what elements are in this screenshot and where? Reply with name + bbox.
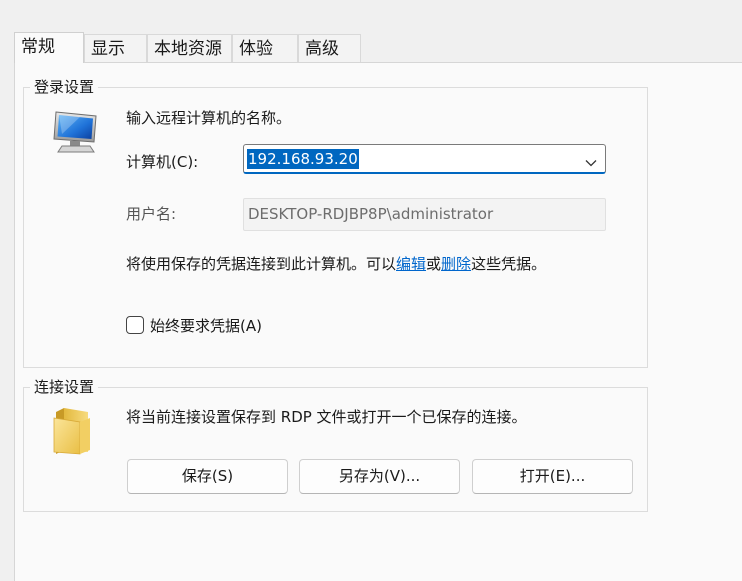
username-label: 用户名: xyxy=(126,205,177,223)
tab-general-label: 常规 xyxy=(21,37,55,57)
tab-local-resources-label: 本地资源 xyxy=(154,39,222,59)
computer-combobox[interactable]: 192.168.93.20 xyxy=(243,144,606,174)
folder-icon xyxy=(50,406,96,460)
open-button[interactable]: 打开(E)... xyxy=(472,459,633,494)
always-ask-checkbox[interactable] xyxy=(126,316,144,334)
connection-description: 将当前连接设置保存到 RDP 文件或打开一个已保存的连接。 xyxy=(126,408,527,426)
login-settings-title: 登录设置 xyxy=(30,77,99,97)
connection-settings-title: 连接设置 xyxy=(30,377,99,397)
tab-advanced[interactable]: 高级 xyxy=(298,34,361,62)
credentials-or: 或 xyxy=(426,255,442,273)
tab-experience-label: 体验 xyxy=(239,39,273,59)
tab-general[interactable]: 常规 xyxy=(14,32,84,63)
credentials-text: 将使用保存的凭据连接到此计算机。可以编辑或删除这些凭据。 xyxy=(126,254,546,274)
save-button[interactable]: 保存(S) xyxy=(127,459,288,494)
computer-monitor-icon xyxy=(50,108,102,160)
tab-display[interactable]: 显示 xyxy=(84,34,147,62)
tab-experience[interactable]: 体验 xyxy=(232,34,298,62)
computer-label: 计算机(C): xyxy=(126,153,199,171)
computer-value: 192.168.93.20 xyxy=(247,149,359,169)
title-area xyxy=(0,0,742,34)
edit-credentials-link[interactable]: 编辑 xyxy=(396,255,426,273)
credentials-prefix: 将使用保存的凭据连接到此计算机。可以 xyxy=(126,255,397,273)
tab-local-resources[interactable]: 本地资源 xyxy=(147,34,232,62)
save-as-button[interactable]: 另存为(V)... xyxy=(299,459,460,494)
delete-credentials-link[interactable]: 删除 xyxy=(441,255,471,273)
tab-display-label: 显示 xyxy=(91,39,125,59)
tab-advanced-label: 高级 xyxy=(305,39,339,59)
always-ask-label[interactable]: 始终要求凭据(A) xyxy=(150,316,262,336)
credentials-suffix: 这些凭据。 xyxy=(471,255,547,273)
login-prompt: 输入远程计算机的名称。 xyxy=(126,109,292,127)
chevron-down-icon[interactable] xyxy=(585,153,597,171)
username-field: DESKTOP-RDJBP8P\administrator xyxy=(243,198,606,231)
